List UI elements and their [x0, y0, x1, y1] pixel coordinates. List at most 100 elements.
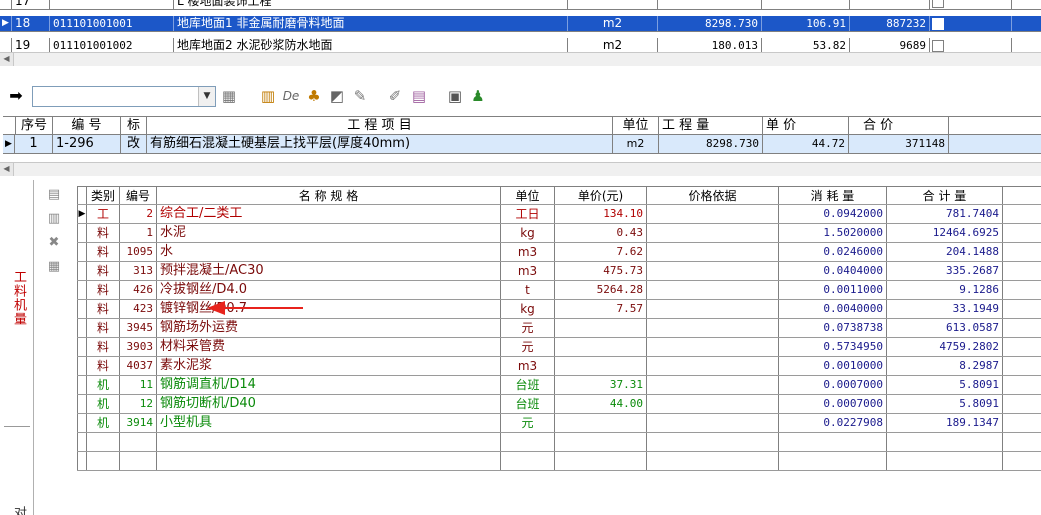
- chevron-down-icon[interactable]: ▼: [198, 87, 215, 106]
- cabinet-icon[interactable]: ▤: [409, 86, 429, 106]
- calculator-icon[interactable]: ▣: [445, 86, 465, 106]
- row-unit: kg: [501, 300, 555, 318]
- row-price: [762, 0, 850, 9]
- row-indicator: [77, 452, 87, 470]
- table-row[interactable]: 料 3945 钢筋场外运费元 0.0738738 613.0587: [77, 319, 1041, 338]
- col-flag[interactable]: 标: [121, 117, 147, 134]
- row-unit: m2: [568, 16, 658, 31]
- col-code[interactable]: 编号: [120, 187, 157, 204]
- row-checkbox[interactable]: [932, 0, 944, 8]
- col-qty[interactable]: 工 程 量: [659, 117, 763, 134]
- table-row[interactable]: 机 12 钢筋切断机/D40 台班 44.00 0.0007000 5.8091: [77, 395, 1041, 414]
- col-total[interactable]: 合 计 量: [887, 187, 1003, 204]
- col-basis[interactable]: 价格依据: [647, 187, 779, 204]
- edit-icon[interactable]: ✎: [350, 86, 370, 106]
- row-name: 预拌混凝土/AC30: [157, 262, 501, 280]
- row-total: 204.1488: [887, 243, 1003, 261]
- code-input[interactable]: ▼: [32, 86, 216, 107]
- row-project: 有筋细石混凝土硬基层上找平层(厚度40mm): [147, 135, 613, 153]
- row-total: 613.0587: [887, 319, 1003, 337]
- table-row[interactable]: 料 313 预拌混凝土/AC30 m3 475.73 0.0404000 335.2687: [77, 262, 1041, 281]
- pen-icon[interactable]: ✐: [385, 86, 405, 106]
- row-unit: 元: [501, 338, 555, 356]
- delete-icon[interactable]: ✖: [45, 234, 63, 252]
- col-project[interactable]: 工 程 项 目: [147, 117, 613, 134]
- row-basis: [647, 414, 779, 432]
- item-grid-horizontal-scrollbar[interactable]: ◀: [0, 162, 1041, 176]
- list-replace-icon[interactable]: ▥: [45, 210, 63, 228]
- row-code: 4037: [120, 357, 157, 375]
- row-type: 料: [87, 224, 120, 242]
- col-unit[interactable]: 单位: [613, 117, 659, 134]
- row-total: 8.2987: [887, 357, 1003, 375]
- people-icon[interactable]: ♟: [468, 86, 488, 106]
- col-seq[interactable]: 序号: [15, 117, 53, 134]
- row-total: 781.7404: [887, 205, 1003, 223]
- row-price: 44.72: [763, 135, 849, 153]
- row-code: 3945: [120, 319, 157, 337]
- row-price: 0.43: [555, 224, 647, 242]
- col-price[interactable]: 单价(元): [555, 187, 647, 204]
- row-price: 7.57: [555, 300, 647, 318]
- row-total: [887, 433, 1003, 451]
- row-name: 综合工/二类工: [157, 205, 501, 223]
- row-code: 3903: [120, 338, 157, 356]
- table-row[interactable]: 料 1095 水 m3 7.62 0.0246000 204.1488: [77, 243, 1041, 262]
- table-row[interactable]: 料 1 水泥 kg 0.43 1.5020000 12464.6925: [77, 224, 1041, 243]
- table-row[interactable]: 机 11 钢筋调直机/D14 台班 37.31 0.0007000 5.8091: [77, 376, 1041, 395]
- row-name: 材料采管费: [157, 338, 501, 356]
- row-basis: [647, 357, 779, 375]
- table-row-selected[interactable]: ▶ 18 011101001001 地库地面1 非金属耐磨骨料地面 m2 829…: [0, 16, 1041, 32]
- row-unit: m2: [568, 38, 658, 52]
- row-basis: [647, 319, 779, 337]
- filter-icon[interactable]: ▦: [219, 86, 239, 106]
- table-row[interactable]: 料 4037 素水泥浆 m3 0.0010000 8.2987: [77, 357, 1041, 376]
- row-code: 2: [120, 205, 157, 223]
- scroll-left-icon[interactable]: ◀: [0, 53, 14, 66]
- arrow-right-icon[interactable]: ➡: [6, 86, 26, 106]
- row-checkbox[interactable]: [932, 18, 944, 30]
- table-row[interactable]: ▶ 工 2 综合工/二类工 工日 134.10 0.0942000 781.7404: [77, 205, 1041, 224]
- table-row[interactable]: 19 011101001002 地库地面2 水泥砂浆防水地面 m2 180.01…: [0, 38, 1041, 52]
- row-indicator: [77, 357, 87, 375]
- empty-row[interactable]: [77, 433, 1041, 452]
- row-code: 3914: [120, 414, 157, 432]
- row-code: 1-296: [53, 135, 121, 153]
- row-qty: 180.013: [658, 38, 762, 52]
- col-code[interactable]: 编 号: [53, 117, 121, 134]
- col-consume[interactable]: 消 耗 量: [779, 187, 887, 204]
- col-type[interactable]: 类别: [87, 187, 120, 204]
- row-type: 料: [87, 338, 120, 356]
- table-header: 类别 编号 名 称 规 格 单位 单价(元) 价格依据 消 耗 量 合 计 量: [77, 186, 1041, 205]
- table-row[interactable]: 料 3903 材料采管费元 0.5734950 4759.2802: [77, 338, 1041, 357]
- table-row[interactable]: 机 3914 小型机具元 0.0227908 189.1347: [77, 414, 1041, 433]
- building-icon[interactable]: ▥: [258, 86, 278, 106]
- sheet-icon[interactable]: ▦: [45, 258, 63, 276]
- tab-resources[interactable]: 工料机量: [9, 270, 28, 326]
- top-grid-horizontal-scrollbar[interactable]: ◀: [0, 52, 1041, 66]
- nodes-icon[interactable]: ♣: [304, 86, 324, 106]
- row-unit: t: [501, 281, 555, 299]
- de-icon[interactable]: De: [281, 86, 301, 106]
- table-row-selected[interactable]: ▶ 1 1-296 改 有筋细石混凝土硬基层上找平层(厚度40mm) m2 82…: [3, 135, 1041, 154]
- empty-row[interactable]: [77, 452, 1041, 471]
- row-price: 475.73: [555, 262, 647, 280]
- scroll-left-icon[interactable]: ◀: [0, 163, 14, 176]
- table-row[interactable]: 料 426 冷拔钢丝/D4.0 t 5264.28 0.0011000 9.1286: [77, 281, 1041, 300]
- row-checkbox[interactable]: [932, 40, 944, 52]
- row-indicator: [77, 319, 87, 337]
- col-total[interactable]: 合 价: [849, 117, 949, 134]
- row-price: 44.00: [555, 395, 647, 413]
- row-price: [555, 319, 647, 337]
- import-icon[interactable]: ◩: [327, 86, 347, 106]
- table-row[interactable]: 17 L 楼地面装饰工程: [0, 0, 1041, 10]
- row-name: 钢筋调直机/D14: [157, 376, 501, 394]
- col-price[interactable]: 单 价: [763, 117, 849, 134]
- row-consume: 0.0738738: [779, 319, 887, 337]
- list-add-icon[interactable]: ▤: [45, 186, 63, 204]
- row-code: [50, 0, 174, 9]
- col-unit[interactable]: 单位: [501, 187, 555, 204]
- tab-other[interactable]: 对: [9, 506, 28, 515]
- col-name[interactable]: 名 称 规 格: [157, 187, 501, 204]
- row-price: 134.10: [555, 205, 647, 223]
